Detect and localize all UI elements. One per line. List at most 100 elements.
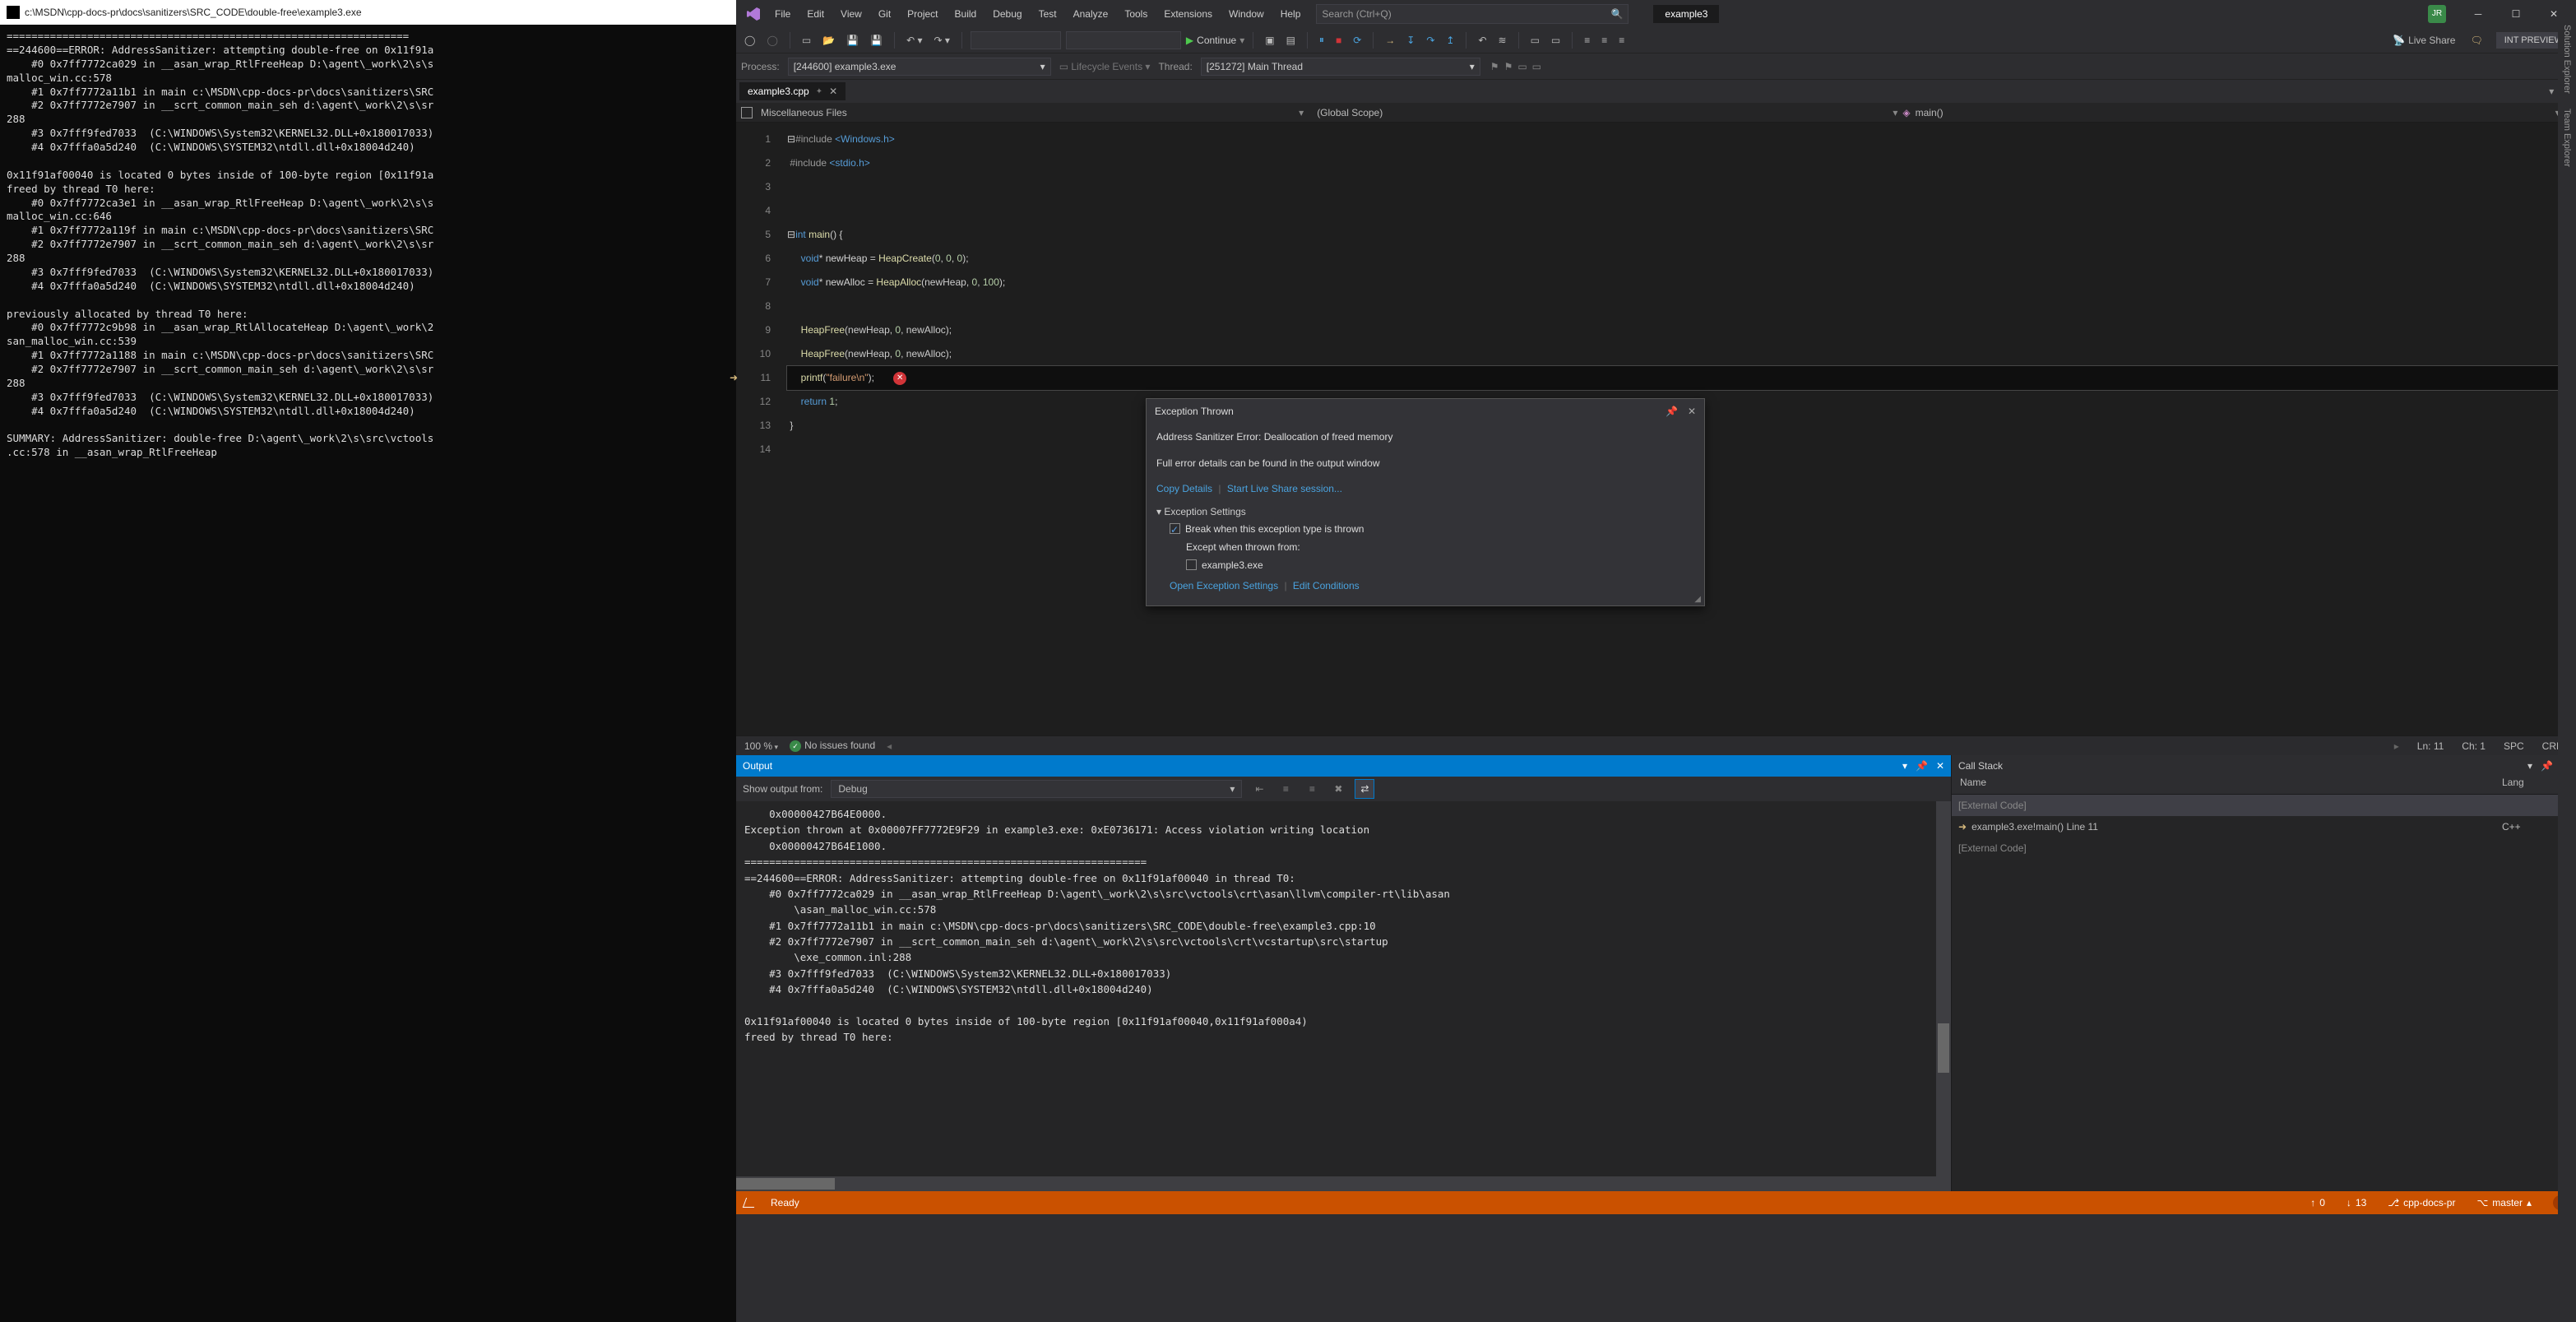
indent-indicator[interactable]: SPC: [2504, 740, 2524, 752]
undo-icon[interactable]: ↶ ▾: [903, 33, 925, 48]
code-editor[interactable]: 1234567891011121314 ⊟#include <Windows.h…: [736, 123, 2576, 735]
new-item-icon[interactable]: ▭: [799, 33, 814, 48]
stack-frame-icon[interactable]: ▭: [1517, 61, 1527, 72]
pending-down[interactable]: ↓ 13: [2347, 1197, 2366, 1208]
repo-indicator[interactable]: ⎇ cpp-docs-pr: [2388, 1197, 2455, 1208]
console-titlebar[interactable]: c:\MSDN\cpp-docs-pr\docs\sanitizers\SRC_…: [0, 0, 736, 25]
callstack-row[interactable]: ➜example3.exe!main() Line 11C++: [1952, 816, 2576, 837]
tool-icon-2[interactable]: ▤: [1283, 33, 1299, 48]
zoom-level[interactable]: 100 %: [744, 740, 778, 752]
menu-debug[interactable]: Debug: [985, 3, 1029, 25]
tool-icon-1[interactable]: ▣: [1262, 33, 1277, 48]
callstack-row[interactable]: [External Code]: [1952, 795, 2576, 816]
tool-icon-4[interactable]: ≋: [1495, 33, 1510, 48]
except-exe-checkbox[interactable]: [1186, 559, 1197, 570]
save-icon[interactable]: 💾: [843, 33, 862, 48]
process-dropdown[interactable]: [244600] example3.exe▾: [788, 58, 1051, 76]
solution-explorer-tab[interactable]: Solution Explorer: [2562, 25, 2572, 94]
nav-project-dropdown[interactable]: Miscellaneous Files: [761, 107, 847, 118]
minimize-button[interactable]: ─: [2459, 0, 2497, 27]
tool-icon-7[interactable]: ≡: [1581, 33, 1593, 48]
panel-pin-icon[interactable]: 📌: [2541, 760, 2553, 772]
document-tab-example3[interactable]: example3.cpp ✦ ✕: [739, 82, 846, 100]
line-indicator[interactable]: Ln: 11: [2417, 740, 2444, 752]
menu-edit[interactable]: Edit: [799, 3, 832, 25]
maximize-button[interactable]: ☐: [2497, 0, 2535, 27]
start-liveshare-link[interactable]: Start Live Share session...: [1227, 483, 1342, 494]
restart-icon[interactable]: ⟳: [1350, 33, 1364, 48]
callstack-titlebar[interactable]: Call Stack ▾📌✕: [1952, 755, 2576, 777]
output-tool-3[interactable]: ≡: [1303, 780, 1321, 798]
menu-window[interactable]: Window: [1221, 3, 1272, 25]
redo-icon[interactable]: ↷ ▾: [931, 33, 953, 48]
config-dropdown[interactable]: [971, 31, 1061, 49]
lifecycle-icon[interactable]: ▭ Lifecycle Events ▾: [1056, 59, 1154, 74]
panel-pin-icon[interactable]: 📌: [1916, 760, 1928, 772]
active-files-dropdown-icon[interactable]: ▾: [2549, 86, 2554, 97]
step-into-icon[interactable]: ↧: [1403, 33, 1418, 48]
save-all-icon[interactable]: 💾: [867, 33, 886, 48]
menu-file[interactable]: File: [767, 3, 798, 25]
menu-view[interactable]: View: [833, 3, 869, 25]
open-exception-settings-link[interactable]: Open Exception Settings: [1170, 580, 1278, 591]
pause-icon[interactable]: ⏸: [1316, 32, 1327, 48]
tool-icon-9[interactable]: ≡: [1615, 33, 1628, 48]
exception-settings-expander[interactable]: Exception Settings: [1156, 503, 1694, 522]
break-checkbox[interactable]: [1170, 523, 1180, 534]
pin-icon[interactable]: ✦: [816, 87, 822, 96]
output-tool-1[interactable]: ⇤: [1250, 780, 1268, 798]
vs-logo-icon[interactable]: [739, 6, 767, 22]
flag-icon-2[interactable]: ⚑: [1504, 61, 1513, 72]
search-box[interactable]: Search (Ctrl+Q) 🔍: [1316, 4, 1629, 24]
pin-popup-icon[interactable]: 📌: [1666, 406, 1678, 417]
liveshare-button[interactable]: Live Share: [2408, 35, 2455, 46]
col-indicator[interactable]: Ch: 1: [2462, 740, 2486, 752]
callstack-row[interactable]: [External Code]: [1952, 837, 2576, 859]
branch-indicator[interactable]: ⌥ master ▴: [2476, 1197, 2532, 1208]
menu-git[interactable]: Git: [871, 3, 898, 25]
panel-dropdown-icon[interactable]: ▾: [2527, 760, 2532, 772]
output-horizontal-scrollbar[interactable]: [736, 1176, 1951, 1191]
tool-icon-3[interactable]: ↶: [1475, 33, 1490, 48]
team-explorer-tab[interactable]: Team Explorer: [2562, 109, 2572, 167]
output-panel-titlebar[interactable]: Output ▾📌✕: [736, 755, 1951, 777]
nav-back-icon[interactable]: ◯: [741, 33, 758, 48]
step-out-icon[interactable]: ↥: [1443, 33, 1457, 48]
menu-build[interactable]: Build: [947, 3, 985, 25]
solution-name-tab[interactable]: example3: [1653, 5, 1719, 23]
step-over-icon[interactable]: ↷: [1423, 33, 1438, 48]
output-tool-2[interactable]: ≡: [1276, 780, 1295, 798]
menu-test[interactable]: Test: [1031, 3, 1064, 25]
thread-dropdown[interactable]: [251272] Main Thread▾: [1201, 58, 1480, 76]
panel-close-icon[interactable]: ✕: [1936, 760, 1944, 772]
user-badge[interactable]: JR: [2428, 5, 2446, 23]
output-source-dropdown[interactable]: Debug▾: [831, 780, 1242, 798]
menu-project[interactable]: Project: [900, 3, 945, 25]
close-popup-icon[interactable]: ✕: [1688, 406, 1696, 417]
callstack-col-name[interactable]: Name: [1952, 777, 2502, 794]
toggle-wrap-icon[interactable]: ⇄: [1355, 780, 1374, 798]
resize-grip-icon[interactable]: ◢: [1694, 595, 1701, 604]
copy-details-link[interactable]: Copy Details: [1156, 483, 1212, 494]
menu-extensions[interactable]: Extensions: [1156, 3, 1220, 25]
output-text[interactable]: 0x00000427B64E0000. Exception thrown at …: [736, 801, 1951, 1176]
nav-function-dropdown[interactable]: main(): [1916, 107, 1944, 118]
open-icon[interactable]: 📂: [819, 33, 838, 48]
platform-dropdown[interactable]: [1066, 31, 1181, 49]
menu-help[interactable]: Help: [1273, 3, 1309, 25]
feedback-icon[interactable]: 🗨: [2470, 35, 2482, 46]
clear-all-icon[interactable]: ✖: [1329, 780, 1347, 798]
show-next-icon[interactable]: →: [1382, 33, 1398, 48]
flag-icon[interactable]: ⚑: [1490, 61, 1499, 72]
menu-tools[interactable]: Tools: [1117, 3, 1155, 25]
close-tab-icon[interactable]: ✕: [829, 86, 837, 97]
tool-icon-5[interactable]: ▭: [1527, 33, 1543, 48]
edit-conditions-link[interactable]: Edit Conditions: [1293, 580, 1360, 591]
tool-icon-8[interactable]: ≡: [1598, 33, 1610, 48]
continue-button[interactable]: ▶ Continue ▾: [1186, 35, 1244, 46]
stack-frame-icon-2[interactable]: ▭: [1532, 61, 1541, 72]
nav-fwd-icon[interactable]: ◯: [763, 33, 781, 48]
menu-analyze[interactable]: Analyze: [1066, 3, 1116, 25]
stop-icon[interactable]: ■: [1332, 33, 1345, 48]
tool-icon-6[interactable]: ▭: [1548, 33, 1564, 48]
